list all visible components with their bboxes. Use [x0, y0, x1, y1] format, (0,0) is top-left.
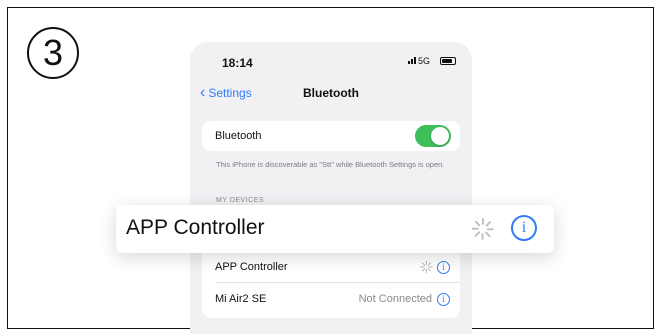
section-header: MY DEVICES [216, 197, 265, 204]
info-icon[interactable]: i [511, 215, 537, 241]
bluetooth-toggle[interactable] [415, 125, 451, 147]
status-time: 18:14 [222, 56, 253, 70]
bluetooth-label: Bluetooth [215, 130, 262, 142]
network-label: 5G [417, 56, 430, 66]
nav-bar: ‹ Settings Bluetooth [190, 84, 472, 108]
device-row[interactable]: Mi Air2 SE Not Connected i [215, 284, 450, 314]
loading-spinner-icon [420, 261, 432, 273]
discoverable-footnote: This iPhone is discoverable as "Stt" whi… [216, 160, 445, 169]
highlighted-device-name: APP Controller [126, 216, 265, 239]
loading-spinner-icon [472, 218, 494, 240]
device-name: Mi Air2 SE [215, 293, 267, 305]
device-row[interactable]: APP Controller i [215, 252, 450, 282]
info-icon[interactable]: i [437, 292, 450, 306]
device-status: Not Connected [358, 293, 432, 305]
toggle-knob [431, 127, 449, 145]
info-icon[interactable]: i [437, 260, 450, 274]
device-name: APP Controller [215, 261, 288, 273]
page-title: Bluetooth [303, 86, 359, 100]
row-divider [215, 282, 460, 283]
device-list: APP Controller i Mi Air2 SE Not Connecte… [202, 248, 460, 318]
signal-icon [408, 57, 416, 64]
battery-icon [440, 57, 456, 65]
phone-screen: 18:14 5G ‹ Settings Bluetooth Bluetooth … [190, 42, 472, 334]
step-number-badge: 3 [27, 27, 79, 79]
highlighted-device-callout: APP Controller i [116, 205, 554, 253]
status-bar: 18:14 5G [190, 42, 472, 78]
bluetooth-cell: Bluetooth [202, 121, 460, 151]
